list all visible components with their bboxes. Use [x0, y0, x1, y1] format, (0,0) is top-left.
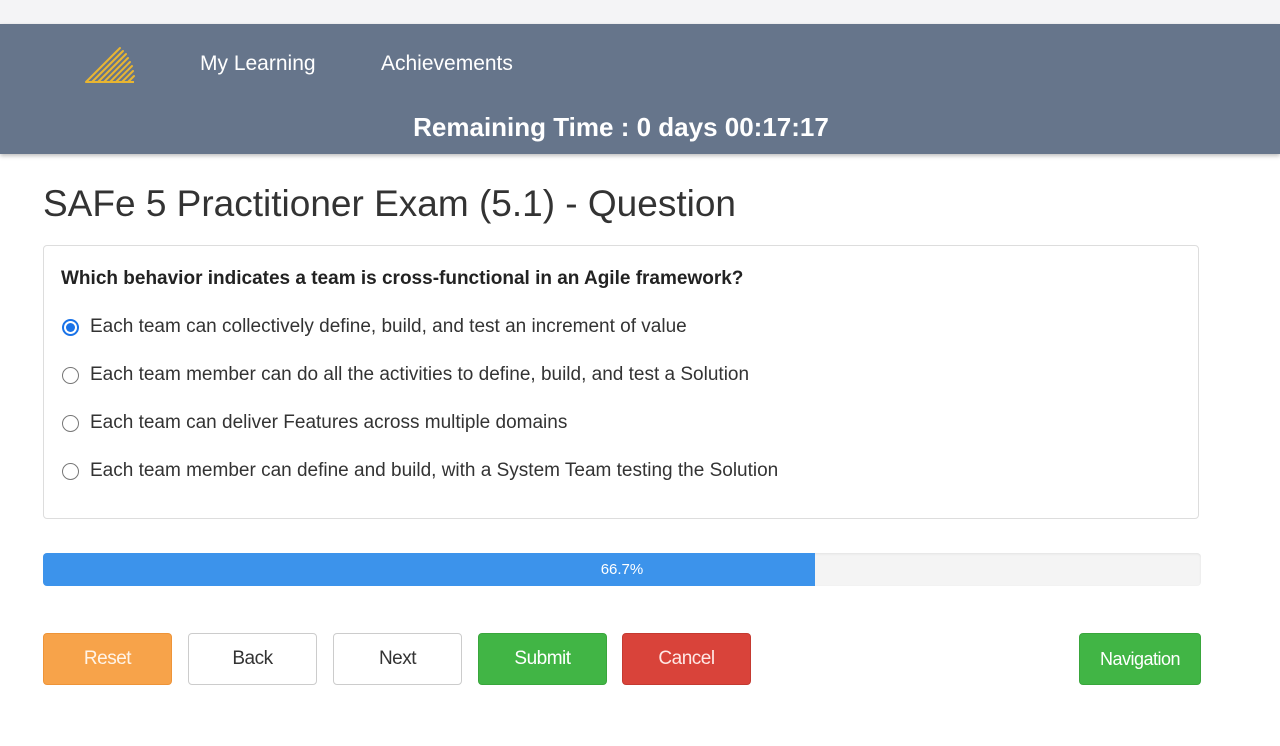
next-button[interactable]: Next — [333, 633, 462, 685]
browser-top-strip — [0, 0, 1280, 24]
back-button[interactable]: Back — [188, 633, 317, 685]
nav-my-learning[interactable]: My Learning — [200, 52, 316, 76]
answer-option-4[interactable]: Each team member can define and build, w… — [62, 460, 778, 482]
submit-button[interactable]: Submit — [478, 633, 607, 685]
answer-option-label[interactable]: Each team member can define and build, w… — [90, 460, 778, 482]
page-title: SAFe 5 Practitioner Exam (5.1) - Questio… — [43, 183, 736, 224]
reset-button[interactable]: Reset — [43, 633, 172, 685]
progress-label: 66.7% — [600, 561, 644, 578]
radio-button[interactable] — [62, 462, 79, 480]
navigation-button[interactable]: Navigation — [1079, 633, 1201, 685]
radio-button[interactable] — [62, 414, 79, 432]
progress-bar-fill: 66.7% — [43, 553, 816, 586]
radio-button[interactable] — [62, 366, 79, 384]
answer-option-2[interactable]: Each team member can do all the activiti… — [62, 364, 749, 386]
answer-option-3[interactable]: Each team can deliver Features across mu… — [62, 412, 567, 434]
top-navbar: My Learning Achievements Remaining Time … — [0, 24, 1280, 154]
remaining-time: Remaining Time : 0 days 00:17:17 — [413, 112, 829, 142]
question-panel: Which behavior indicates a team is cross… — [43, 245, 1199, 519]
radio-button-selected[interactable] — [62, 318, 79, 336]
cancel-button[interactable]: Cancel — [622, 633, 751, 685]
diagonal-stripes-logo-icon[interactable] — [84, 42, 136, 84]
answer-option-label[interactable]: Each team can collectively define, build… — [90, 316, 687, 338]
progress-bar: 66.7% — [43, 553, 1201, 586]
nav-achievements[interactable]: Achievements — [381, 52, 513, 76]
answer-option-label[interactable]: Each team member can do all the activiti… — [90, 364, 749, 386]
answer-option-label[interactable]: Each team can deliver Features across mu… — [90, 412, 567, 434]
answer-option-1[interactable]: Each team can collectively define, build… — [62, 316, 687, 338]
question-text: Which behavior indicates a team is cross… — [61, 268, 744, 289]
